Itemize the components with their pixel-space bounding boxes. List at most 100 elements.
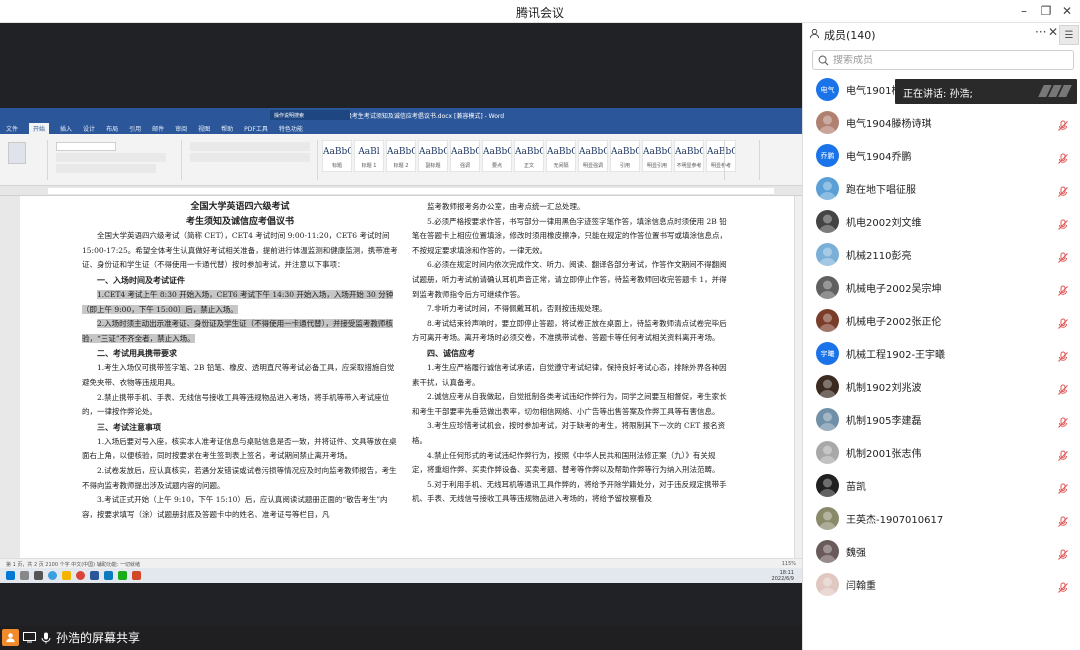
app-titlebar: 腾讯会议 – ❐ ✕	[0, 0, 1080, 23]
members-people-icon	[809, 28, 820, 42]
member-row[interactable]: 机械2110彭亮	[803, 238, 1080, 271]
muted-mic-icon[interactable]	[1057, 150, 1069, 164]
word-tab[interactable]: 布局	[106, 124, 118, 133]
doc-title-line: 全国大学英语四六级考试	[190, 202, 290, 212]
menu-icon[interactable]: ☰	[1059, 25, 1079, 45]
powerpoint-icon[interactable]	[132, 571, 141, 580]
word-tab[interactable]: 引用	[129, 124, 141, 133]
avatar	[816, 474, 839, 497]
style-option[interactable]: AaBbC 明显强调	[578, 140, 608, 172]
avatar	[816, 573, 839, 596]
doc-right-column: 监考教师报考务办公室，由考点统一汇总处理。 5.必须严格按要求作答，书写部分一律用…	[412, 200, 728, 507]
word-tab[interactable]: 帮助	[221, 124, 233, 133]
style-option[interactable]: AaBbC 明显引用	[642, 140, 672, 172]
speaking-label: 正在讲话: 孙浩;	[903, 89, 973, 100]
word-tab[interactable]: 文件	[6, 124, 18, 133]
word-tab[interactable]: 邮件	[152, 124, 164, 133]
muted-mic-icon[interactable]	[1057, 117, 1069, 131]
word-tab[interactable]: 审阅	[175, 124, 187, 133]
word-tab[interactable]: PDF工具	[244, 124, 268, 133]
style-option[interactable]: AaBbC 不明显参考	[674, 140, 704, 172]
member-row[interactable]: 电气1904滕杨诗琪	[803, 106, 1080, 139]
word-tab[interactable]: 开始	[29, 122, 50, 134]
member-row[interactable]: 机械电子2002吴宗坤	[803, 271, 1080, 304]
style-sample: AaBbC	[547, 147, 576, 157]
avatar	[816, 276, 839, 299]
more-options-icon[interactable]: ···	[1035, 25, 1046, 39]
member-row[interactable]: 宇曦 机械工程1902-王宇曦	[803, 337, 1080, 370]
muted-mic-icon[interactable]	[1057, 315, 1069, 329]
muted-mic-icon[interactable]	[1057, 579, 1069, 593]
muted-mic-icon[interactable]	[1057, 513, 1069, 527]
avatar	[816, 540, 839, 563]
minimize-button[interactable]: –	[1013, 2, 1035, 20]
edge-icon[interactable]	[48, 571, 57, 580]
word-tab[interactable]: 视图	[198, 124, 210, 133]
editing-group	[724, 140, 760, 180]
explorer-icon[interactable]	[62, 571, 71, 580]
addin-group	[762, 140, 796, 180]
doc-title-line: 考生须知及诚信应考倡议书	[185, 216, 294, 227]
avatar	[816, 210, 839, 233]
wechat-icon[interactable]	[118, 571, 127, 580]
member-row[interactable]: 跑在地下唱征服	[803, 172, 1080, 205]
restore-button[interactable]: ❐	[1035, 2, 1057, 20]
member-row[interactable]: 机制1905李建磊	[803, 403, 1080, 436]
zoom-level[interactable]: 115%	[782, 561, 796, 567]
close-panel-icon[interactable]: ✕	[1048, 25, 1058, 39]
muted-mic-icon[interactable]	[1057, 480, 1069, 494]
start-icon[interactable]	[6, 571, 15, 580]
style-option[interactable]: AaBbC 引用	[610, 140, 640, 172]
word-tab[interactable]: 特色功能	[279, 124, 303, 133]
member-row[interactable]: 魏强	[803, 535, 1080, 568]
member-row[interactable]: 闫翰重	[803, 568, 1080, 601]
style-option[interactable]: AaBl 标题 1	[354, 140, 384, 172]
word-search-box[interactable]: 操作说明搜索	[270, 110, 350, 120]
member-search-input[interactable]	[833, 54, 1063, 66]
member-row[interactable]: 乔鹏 电气1904乔鹏	[803, 139, 1080, 172]
muted-mic-icon[interactable]	[1057, 447, 1069, 461]
taskbar-clock: 18:11 2022/6/9	[772, 570, 794, 582]
close-button[interactable]: ✕	[1056, 2, 1078, 20]
microphone-icon	[39, 631, 53, 645]
word-taskbar-icon[interactable]	[90, 571, 99, 580]
word-scrollbar[interactable]	[794, 196, 802, 558]
muted-mic-icon[interactable]	[1057, 216, 1069, 230]
search-icon[interactable]	[20, 571, 29, 580]
muted-mic-icon[interactable]	[1057, 381, 1069, 395]
style-sample: AaBbC	[643, 147, 672, 157]
member-row[interactable]: 苗凯	[803, 469, 1080, 502]
member-row[interactable]: 机械电子2002张正伦	[803, 304, 1080, 337]
member-name: 机械2110彭亮	[846, 251, 912, 262]
style-option[interactable]: AaBbC 正文	[514, 140, 544, 172]
doc-paragraph: 8.考试结束铃声响时，要立即停止答题，将试卷正放在桌面上，待监考教师清点试卷完毕…	[412, 318, 727, 343]
doc-heading: 二、考试用具携带要求	[97, 348, 177, 359]
muted-mic-icon[interactable]	[1057, 348, 1069, 362]
member-row[interactable]: 王英杰-1907010617	[803, 502, 1080, 535]
doc-paragraph: 5.必须严格按要求作答，书写部分一律用黑色字迹签字笔作答，填涂信息点时须使用 2…	[412, 216, 727, 255]
word-tab[interactable]: 设计	[83, 124, 95, 133]
muted-mic-icon[interactable]	[1057, 282, 1069, 296]
task-view-icon[interactable]	[34, 571, 43, 580]
style-option[interactable]: AaBbC 标题 2	[386, 140, 416, 172]
style-option[interactable]: AaBbC 副标题	[418, 140, 448, 172]
member-name: 机制1902刘兆波	[846, 383, 922, 394]
member-row[interactable]: 机制2001张志伟	[803, 436, 1080, 469]
avatar	[816, 243, 839, 266]
style-option[interactable]: AaBbC 要点	[482, 140, 512, 172]
muted-mic-icon[interactable]	[1057, 183, 1069, 197]
paragraph-group	[186, 140, 318, 180]
style-option[interactable]: AaBbC 无间隔	[546, 140, 576, 172]
user-icon	[2, 629, 19, 646]
word-ribbon: AaBbC 标题 AaBl 标题 1 AaBbC 标题 2 AaBbC 副标题 AaBbC 强调 A…	[0, 134, 802, 186]
chrome-icon[interactable]	[76, 571, 85, 580]
word-tab[interactable]: 插入	[60, 124, 72, 133]
member-row[interactable]: 机电2002刘文维	[803, 205, 1080, 238]
muted-mic-icon[interactable]	[1057, 414, 1069, 428]
member-row[interactable]: 机制1902刘兆波	[803, 370, 1080, 403]
style-option[interactable]: AaBbC 标题	[322, 140, 352, 172]
muted-mic-icon[interactable]	[1057, 546, 1069, 560]
muted-mic-icon[interactable]	[1057, 249, 1069, 263]
tencent-meeting-icon[interactable]	[104, 571, 113, 580]
style-option[interactable]: AaBbC 强调	[450, 140, 480, 172]
